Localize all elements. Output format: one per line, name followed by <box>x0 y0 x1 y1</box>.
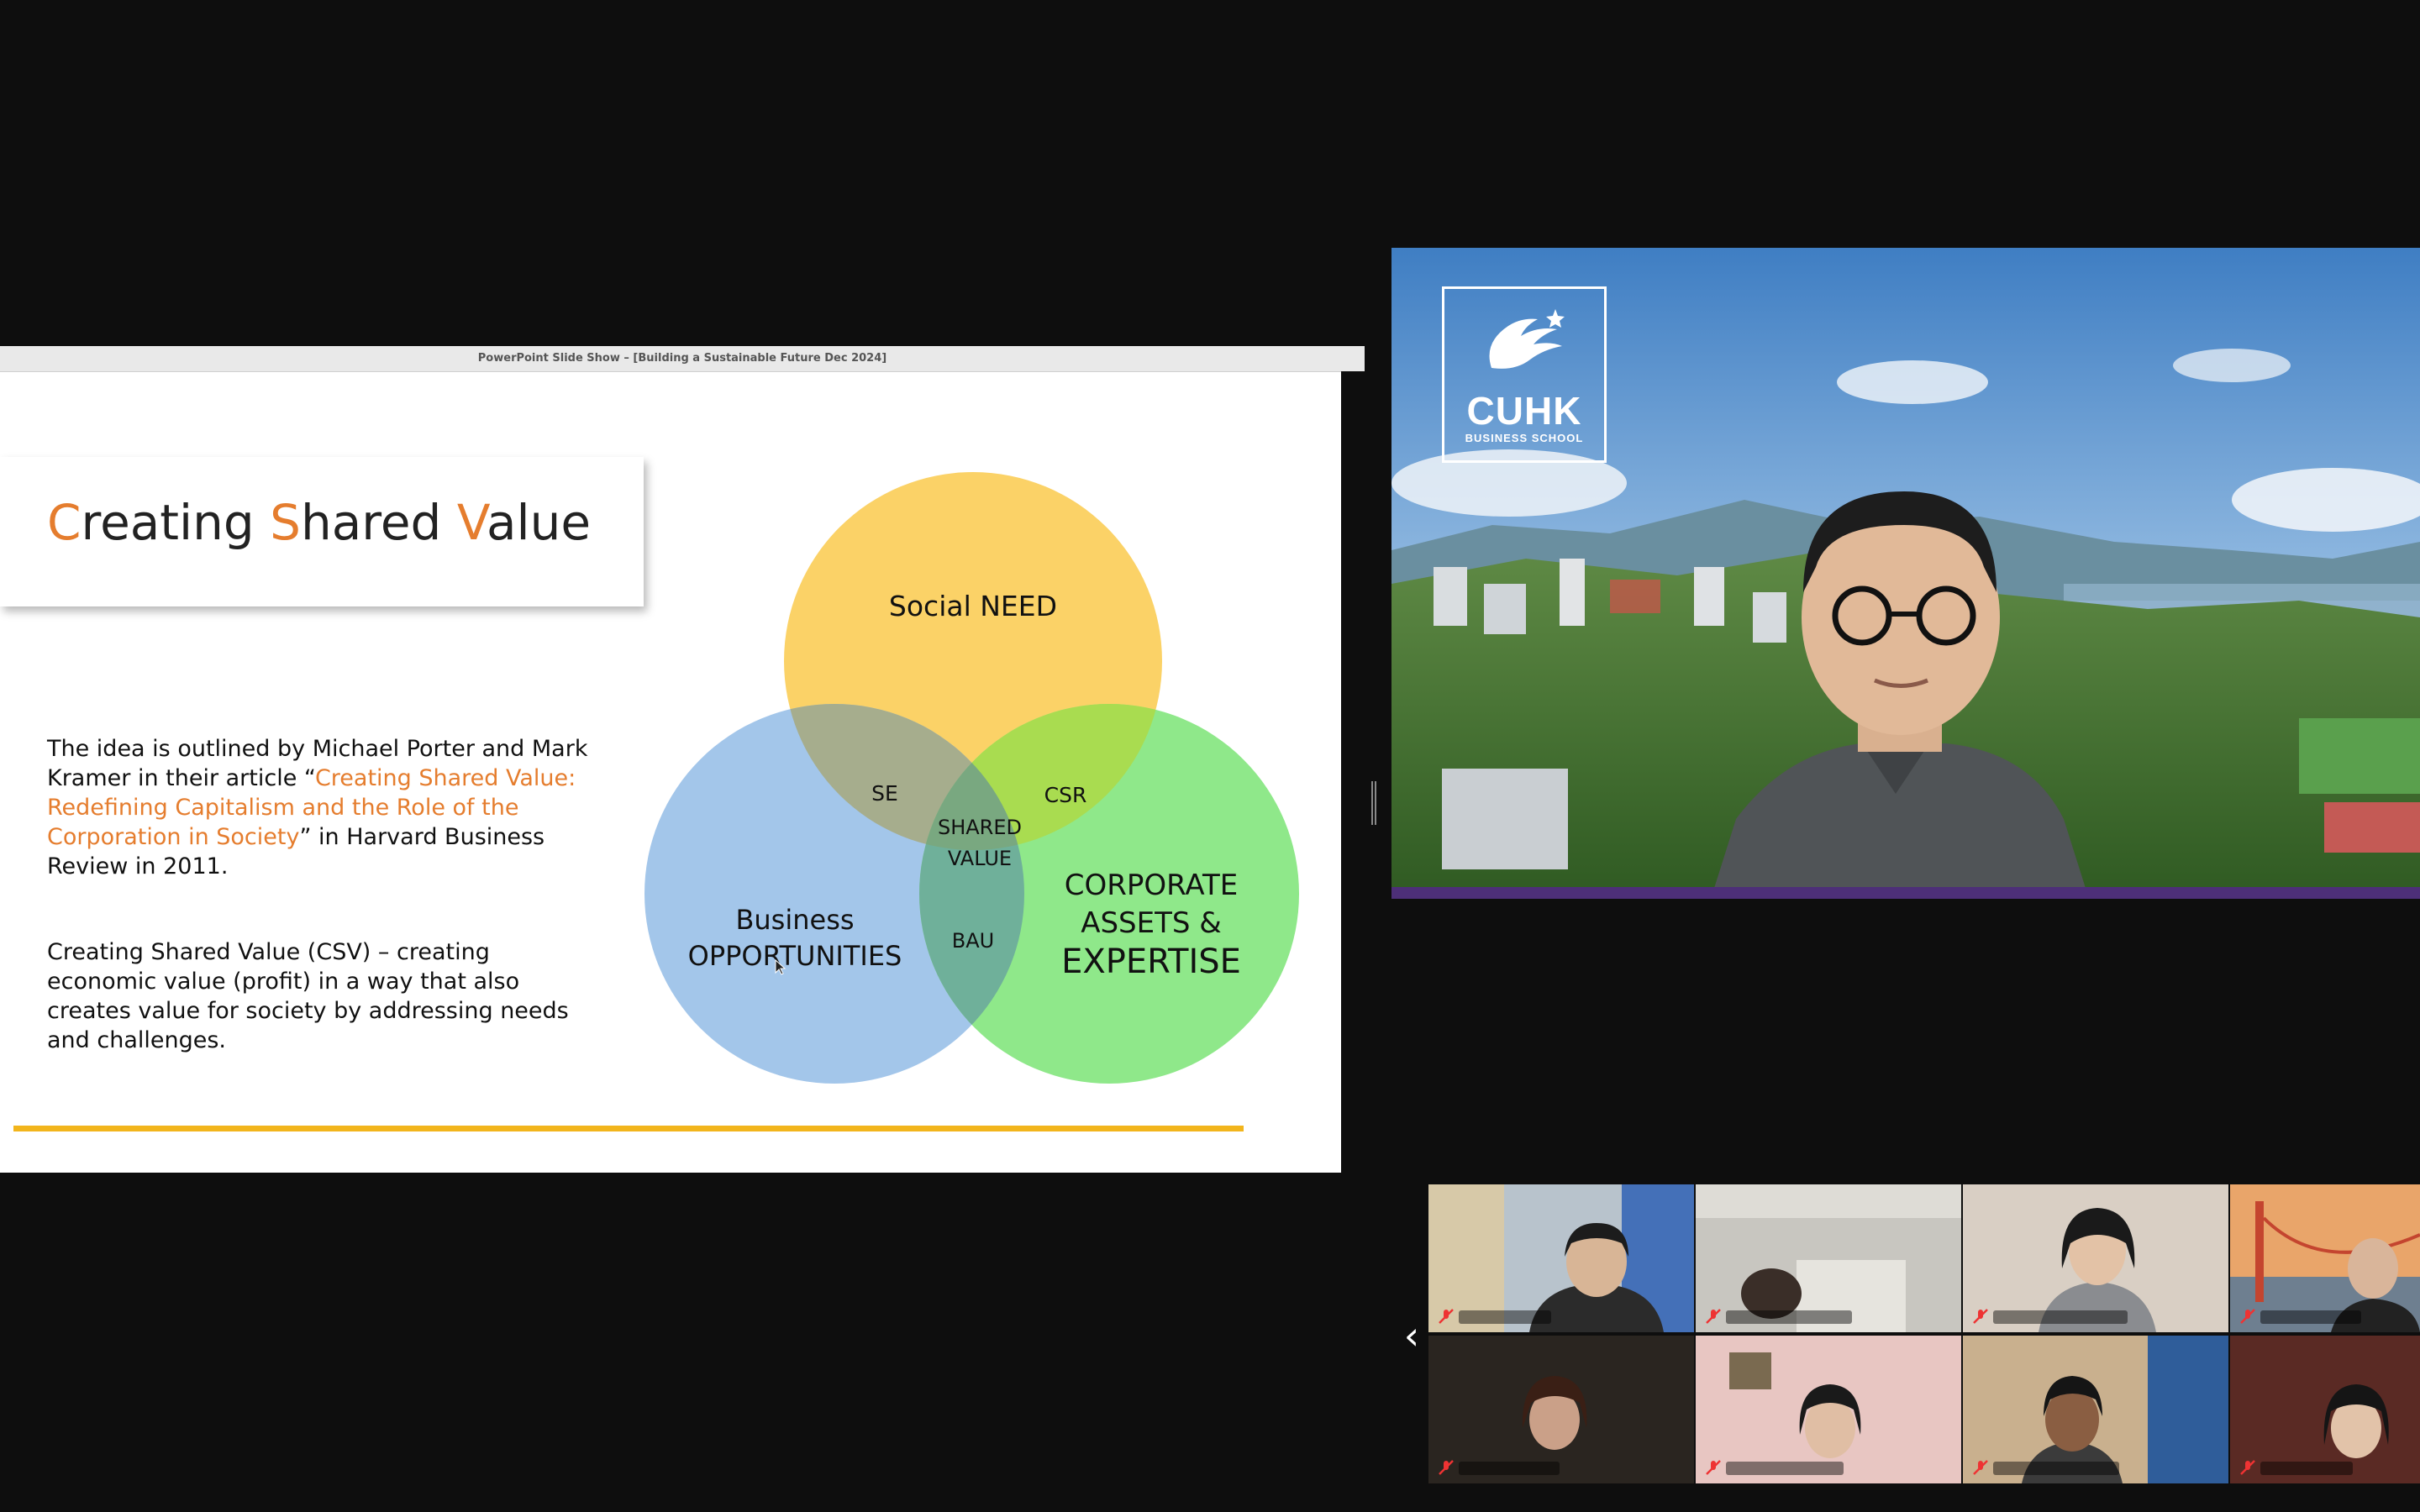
participant-tile[interactable] <box>1696 1336 1961 1483</box>
participant-tile[interactable] <box>1428 1336 1694 1483</box>
slide-paragraph-definition: Creating Shared Value (CSV) – creating e… <box>47 939 569 1053</box>
participant-name-bar <box>1993 1310 2128 1324</box>
muted-mic-icon <box>1706 1460 1721 1475</box>
logo-subtitle: BUSINESS SCHOOL <box>1465 432 1584 444</box>
chevron-left-icon[interactable]: ‹ <box>1397 1315 1427 1356</box>
venn-label-shared: SHARED <box>938 816 1022 839</box>
muted-mic-icon <box>1439 1460 1454 1475</box>
logo-name: CUHK <box>1466 389 1582 433</box>
participant-gallery <box>1428 1184 2420 1487</box>
muted-mic-icon <box>2240 1309 2255 1324</box>
slide-frame-edge <box>1341 371 1365 1173</box>
participant-name-bar <box>2260 1310 2361 1324</box>
participant-name-bar <box>1993 1462 2119 1475</box>
venn-label-opportunities: OPPORTUNITIES <box>688 940 902 972</box>
muted-mic-icon <box>1973 1460 1988 1475</box>
muted-mic-icon <box>2240 1460 2255 1475</box>
participant-name-bar <box>2260 1462 2353 1475</box>
shared-screen: PowerPoint Slide Show – [Building a Sust… <box>0 346 1365 1173</box>
phoenix-emblem-icon <box>1489 309 1565 369</box>
participant-name-bar <box>1459 1310 1551 1324</box>
muted-mic-icon <box>1706 1309 1721 1324</box>
venn-label-business: Business <box>735 904 854 936</box>
slide-paragraph-origin: The idea is outlined by Michael Porter a… <box>47 736 588 879</box>
participant-tile[interactable] <box>2230 1336 2420 1483</box>
panel-resize-handle[interactable] <box>1371 781 1376 825</box>
venn-label-social-need: Social NEED <box>889 590 1057 622</box>
muted-mic-icon <box>1973 1309 1988 1324</box>
venn-label-expertise: EXPERTISE <box>1061 942 1241 981</box>
cuhk-logo: CUHK BUSINESS SCHOOL <box>1442 286 1607 463</box>
speaker-video[interactable]: CUHK BUSINESS SCHOOL <box>1392 248 2420 899</box>
venn-label-bau: BAU <box>952 929 994 953</box>
participant-tile[interactable] <box>1428 1184 1694 1332</box>
slide-title-card: Creating Shared Value <box>0 457 644 606</box>
participant-name-bar <box>1726 1462 1844 1475</box>
participant-name-bar <box>1726 1310 1852 1324</box>
venn-label-assets: ASSETS & <box>1081 906 1222 940</box>
slideshow-window-title: PowerPoint Slide Show – [Building a Sust… <box>0 346 1365 372</box>
venn-label-csr: CSR <box>1044 783 1087 807</box>
mouse-pointer-icon <box>775 959 786 975</box>
venn-diagram: Social NEED SE CSR SHARED VALUE Business… <box>644 472 1299 1084</box>
venn-label-corporate: CORPORATE <box>1065 869 1239 902</box>
brand-color-strip <box>1392 887 2420 899</box>
participant-tile[interactable] <box>2230 1184 2420 1332</box>
participant-tile[interactable] <box>1963 1184 2228 1332</box>
participant-name-bar <box>1459 1462 1560 1475</box>
slide-title: Creating Shared Value <box>47 494 592 551</box>
participant-tile[interactable] <box>1696 1184 1961 1332</box>
venn-label-se: SE <box>871 781 898 806</box>
muted-mic-icon <box>1439 1309 1454 1324</box>
slide-accent-bar <box>13 1126 1244 1131</box>
venn-label-value: VALUE <box>948 847 1012 870</box>
participant-tile[interactable] <box>1963 1336 2228 1483</box>
